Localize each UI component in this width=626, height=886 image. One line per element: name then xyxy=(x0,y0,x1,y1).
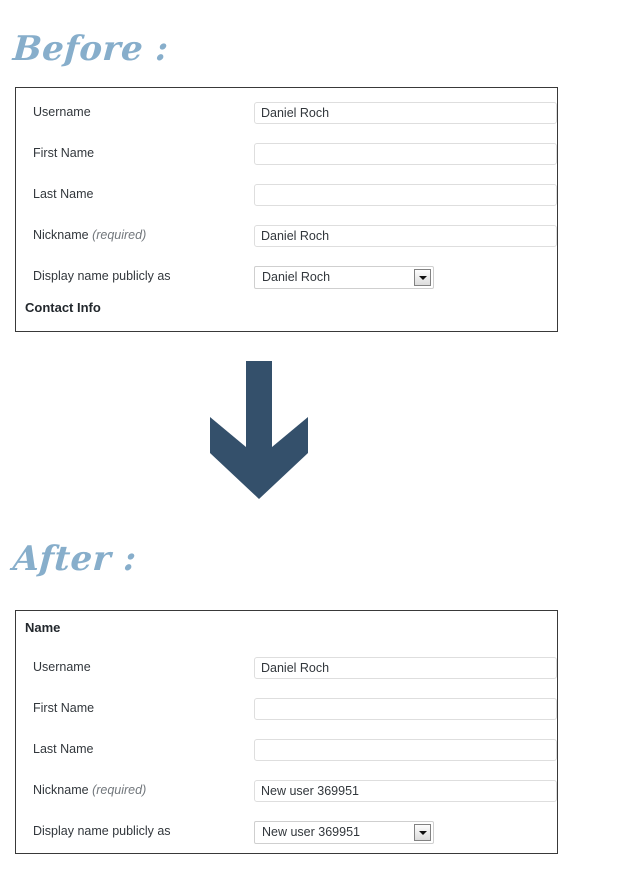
first-name-input[interactable] xyxy=(254,698,557,720)
before-form-panel: Username First Name Last Name Nickname (… xyxy=(15,87,558,332)
field-label: Last Name xyxy=(33,742,93,756)
username-input[interactable] xyxy=(254,657,557,679)
before-heading: Before : xyxy=(11,29,171,69)
display-name-select[interactable]: New user 369951 xyxy=(254,821,434,844)
required-note: (required) xyxy=(92,228,147,242)
form-row: Nickname (required) xyxy=(16,225,557,249)
chevron-down-icon[interactable] xyxy=(414,824,431,841)
field-label: Username xyxy=(33,660,91,674)
field-label: Nickname (required) xyxy=(33,783,146,797)
form-row: Username xyxy=(16,102,557,126)
field-label-text: Nickname xyxy=(33,783,89,797)
field-label: First Name xyxy=(33,146,94,160)
display-name-select-value: New user 369951 xyxy=(262,825,360,839)
form-row: Last Name xyxy=(16,739,557,763)
field-label: Last Name xyxy=(33,187,93,201)
field-label-text: Display name publicly as xyxy=(33,269,171,283)
first-name-input[interactable] xyxy=(254,143,557,165)
field-label: Display name publicly as xyxy=(33,269,171,283)
field-label: Username xyxy=(33,105,91,119)
field-label-text: Last Name xyxy=(33,187,94,201)
required-note: (required) xyxy=(92,783,147,797)
field-label-text: Username xyxy=(33,660,91,674)
field-label: Nickname (required) xyxy=(33,228,146,242)
form-row: Last Name xyxy=(16,184,557,208)
chevron-down-glyph xyxy=(418,830,427,835)
form-row: Display name publicly as Daniel Roch xyxy=(16,266,557,290)
field-label: First Name xyxy=(33,701,94,715)
nickname-input[interactable] xyxy=(254,780,557,802)
name-section-heading: Name xyxy=(25,620,61,635)
form-row: Nickname (required) xyxy=(16,780,557,804)
form-row: First Name xyxy=(16,698,557,722)
field-label-text: Nickname xyxy=(33,228,89,242)
username-input[interactable] xyxy=(254,102,557,124)
last-name-input[interactable] xyxy=(254,739,557,761)
nickname-input[interactable] xyxy=(254,225,557,247)
contact-info-heading: Contact Info xyxy=(25,300,101,315)
after-form-panel: Name Username First Name Last Name Nickn… xyxy=(15,610,558,854)
chevron-down-glyph xyxy=(418,275,427,280)
field-label-text: Last Name xyxy=(33,742,94,756)
form-row: Username xyxy=(16,657,557,681)
field-label-text: First Name xyxy=(33,146,95,160)
after-heading: After : xyxy=(11,539,138,579)
down-arrow-icon xyxy=(210,361,308,499)
chevron-down-icon[interactable] xyxy=(414,269,431,286)
field-label-text: Display name publicly as xyxy=(33,824,171,838)
form-row: Display name publicly as New user 369951 xyxy=(16,821,557,845)
display-name-select[interactable]: Daniel Roch xyxy=(254,266,434,289)
display-name-select-value: Daniel Roch xyxy=(262,270,331,284)
form-row: First Name xyxy=(16,143,557,167)
field-label: Display name publicly as xyxy=(33,824,171,838)
last-name-input[interactable] xyxy=(254,184,557,206)
field-label-text: Username xyxy=(33,105,91,119)
field-label-text: First Name xyxy=(33,701,95,715)
